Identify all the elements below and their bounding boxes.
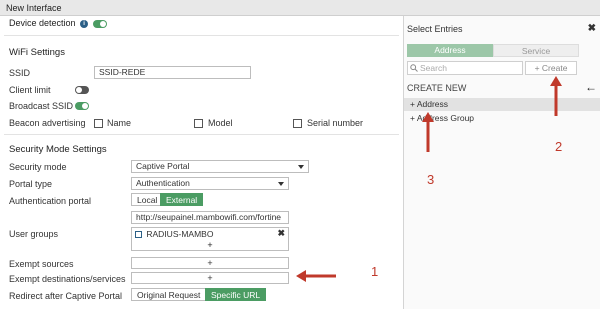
entry-address[interactable]: + Address bbox=[404, 98, 600, 111]
beacon-model-label: Model bbox=[208, 118, 233, 128]
exempt-sources-label: Exempt sources bbox=[9, 259, 74, 269]
beacon-name-label: Name bbox=[107, 118, 132, 128]
device-detection-row: Device detection i bbox=[9, 16, 107, 30]
panel-header: Select Entries ✖ bbox=[404, 23, 600, 38]
interface-form: Device detection i WiFi Settings SSID SS… bbox=[0, 16, 403, 309]
wifi-settings-title: WiFi Settings bbox=[9, 47, 65, 58]
add-exempt-destination-button[interactable]: + bbox=[131, 272, 289, 284]
beacon-model-checkbox[interactable] bbox=[194, 119, 203, 128]
redirect-specific-url-option[interactable]: Specific URL bbox=[205, 288, 267, 301]
portal-type-select[interactable]: Authentication bbox=[131, 177, 289, 190]
annotation-arrow-up-icon bbox=[550, 76, 562, 116]
window-title: New Interface bbox=[6, 3, 62, 13]
user-group-item: RADIUS-MAMBO bbox=[135, 229, 213, 239]
ssid-label: SSID bbox=[9, 68, 31, 78]
broadcast-ssid-label: Broadcast SSID bbox=[9, 101, 74, 111]
annotation-number-2: 2 bbox=[555, 139, 563, 154]
select-entries-panel: Select Entries ✖ Address Service Search … bbox=[403, 16, 600, 309]
annotation-number-1: 1 bbox=[371, 264, 379, 279]
create-button[interactable]: + Create bbox=[525, 61, 577, 75]
annotation-arrow-up-icon bbox=[422, 112, 434, 152]
info-icon[interactable]: i bbox=[80, 19, 89, 28]
panel-title: Select Entries bbox=[407, 24, 463, 34]
beacon-serial-label: Serial number bbox=[307, 118, 364, 128]
user-group-name: RADIUS-MAMBO bbox=[146, 229, 214, 239]
annotation-number-3: 3 bbox=[427, 172, 435, 187]
auth-portal-url-input[interactable]: http://seupainel.mambowifi.com/fortine bbox=[131, 211, 289, 224]
broadcast-ssid-toggle[interactable] bbox=[75, 102, 89, 110]
search-input[interactable]: Search bbox=[407, 61, 523, 75]
tab-address[interactable]: Address bbox=[407, 44, 493, 57]
client-limit-label: Client limit bbox=[9, 85, 51, 95]
auth-portal-external-option[interactable]: External bbox=[160, 193, 204, 206]
security-settings-title: Security Mode Settings bbox=[9, 144, 107, 155]
remove-group-icon[interactable]: ✖ bbox=[277, 228, 285, 239]
exempt-destinations-label: Exempt destinations/services bbox=[9, 274, 126, 284]
security-mode-select[interactable]: Captive Portal bbox=[131, 160, 309, 173]
create-new-heading: CREATE NEW bbox=[407, 83, 467, 93]
divider bbox=[4, 134, 399, 135]
beacon-name-checkbox[interactable] bbox=[94, 119, 103, 128]
window-titlebar: New Interface bbox=[0, 0, 600, 16]
client-limit-toggle[interactable] bbox=[75, 86, 89, 94]
ssid-input[interactable]: SSID-REDE bbox=[94, 66, 251, 79]
redirect-label: Redirect after Captive Portal bbox=[9, 291, 123, 301]
divider bbox=[4, 35, 399, 36]
device-detection-label: Device detection bbox=[9, 18, 76, 28]
beacon-advertising-label: Beacon advertising bbox=[9, 118, 86, 128]
user-groups-label: User groups bbox=[9, 229, 59, 239]
search-icon bbox=[410, 64, 418, 72]
redirect-original-option[interactable]: Original Request bbox=[131, 288, 207, 301]
close-icon[interactable]: ✖ bbox=[588, 23, 596, 34]
auth-portal-local-option[interactable]: Local bbox=[131, 193, 164, 206]
portal-type-label: Portal type bbox=[9, 179, 53, 189]
annotation-arrow-left-icon bbox=[296, 270, 336, 282]
back-arrow-icon[interactable]: ← bbox=[585, 80, 597, 94]
auth-portal-label: Authentication portal bbox=[9, 196, 92, 206]
security-mode-label: Security mode bbox=[9, 162, 67, 172]
beacon-serial-checkbox[interactable] bbox=[293, 119, 302, 128]
user-groups-box[interactable]: RADIUS-MAMBO ✖ + bbox=[131, 227, 289, 251]
device-detection-toggle[interactable] bbox=[92, 19, 107, 28]
tab-service[interactable]: Service bbox=[493, 44, 579, 57]
add-exempt-source-button[interactable]: + bbox=[131, 257, 289, 269]
group-icon bbox=[135, 231, 142, 239]
add-user-group-button[interactable]: + bbox=[132, 240, 288, 250]
